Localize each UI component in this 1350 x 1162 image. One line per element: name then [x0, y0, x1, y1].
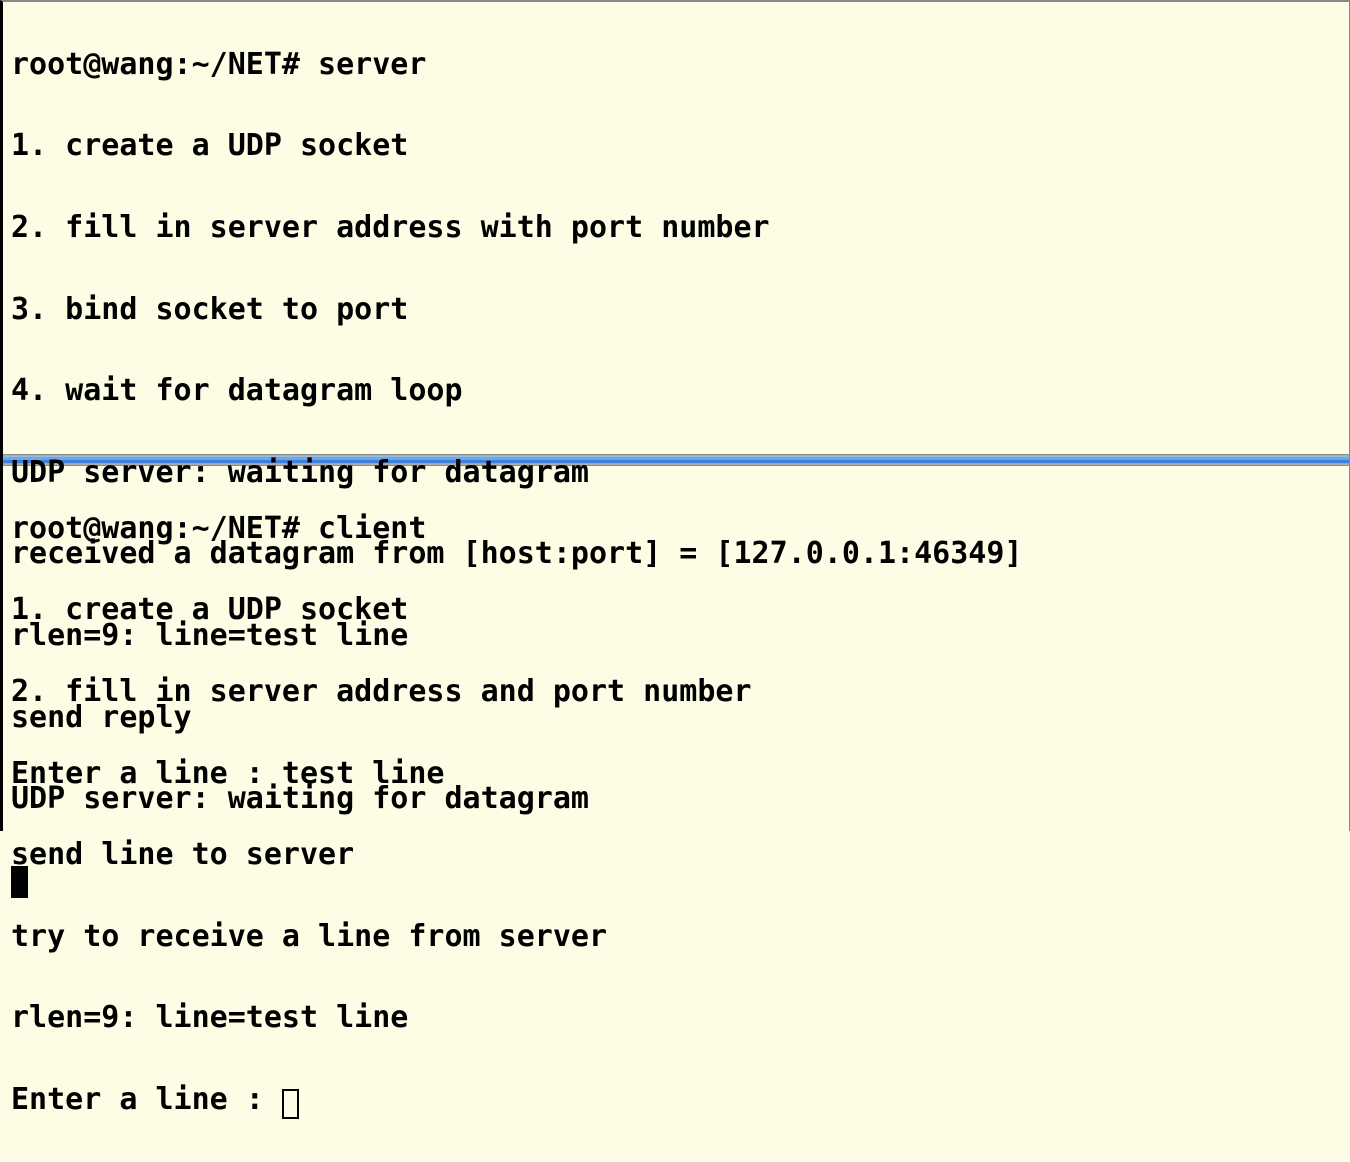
terminal-pane-server[interactable]: root@wang:~/NET# server 1. create a UDP … — [0, 0, 1350, 454]
prompt-text: root@wang:~/NET# — [11, 511, 318, 546]
terminal-line: root@wang:~/NET# server — [11, 45, 1341, 86]
terminal-line: 1. create a UDP socket — [11, 590, 1341, 631]
command-text: server — [318, 47, 426, 82]
prompt-text: root@wang:~/NET# — [11, 47, 318, 82]
terminal-line: send line to server — [11, 835, 1341, 876]
terminal-line: rlen=9: line=test line — [11, 998, 1341, 1039]
terminal-input-line[interactable]: Enter a line : — [11, 1080, 1341, 1121]
terminal-line: 2. fill in server address and port numbe… — [11, 672, 1341, 713]
cursor-hollow-icon — [282, 1089, 299, 1119]
command-text: client — [318, 511, 426, 546]
terminal-line: 3. bind socket to port — [11, 290, 1341, 331]
terminal-line: Enter a line : test line — [11, 754, 1341, 795]
terminal-line: 2. fill in server address with port numb… — [11, 208, 1341, 249]
terminal-line: try to receive a line from server — [11, 917, 1341, 958]
terminal-line: 4. wait for datagram loop — [11, 371, 1341, 412]
terminal-line: 1. create a UDP socket — [11, 126, 1341, 167]
input-prompt-text: Enter a line : — [11, 1082, 282, 1117]
